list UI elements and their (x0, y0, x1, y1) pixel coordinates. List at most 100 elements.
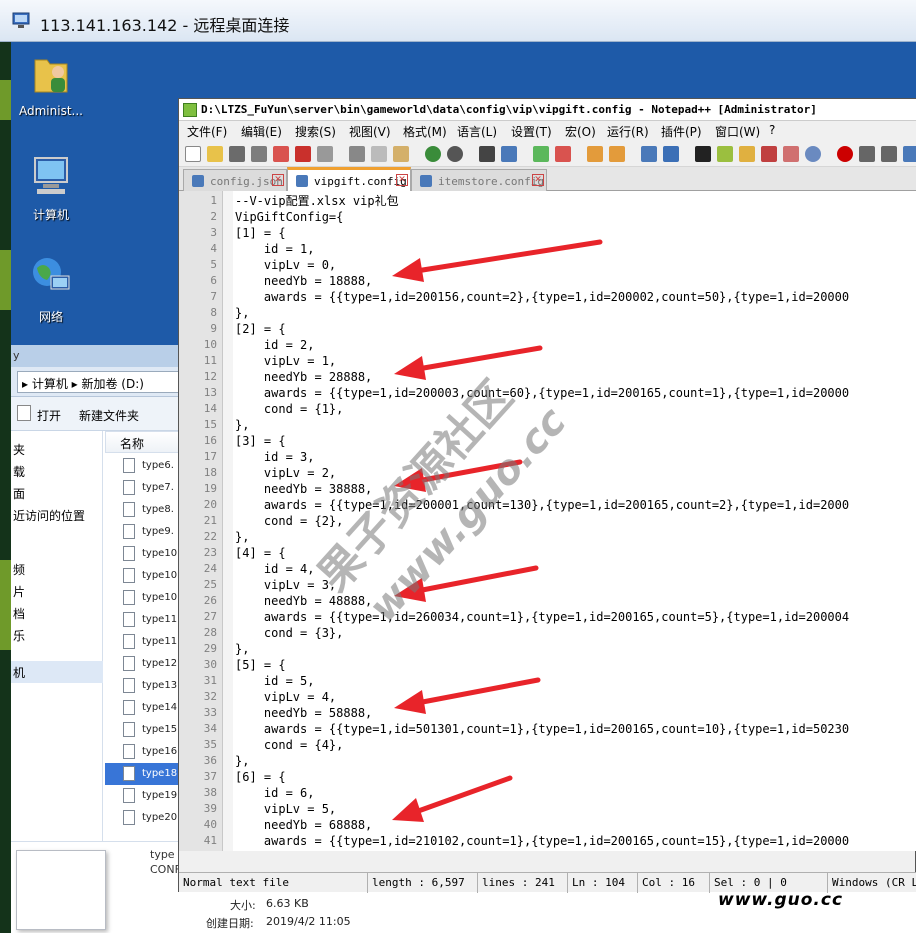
stop-macro-icon[interactable] (859, 146, 875, 162)
run-macro-multiple-icon[interactable] (903, 146, 916, 162)
save-icon[interactable] (229, 146, 245, 162)
code-line[interactable]: 31 id = 5, (179, 673, 916, 689)
code-line[interactable]: 7 awards = {{type=1,id=200156,count=2},{… (179, 289, 916, 305)
nav-item[interactable]: 夹 (13, 441, 25, 458)
code-line[interactable]: 35 cond = {4}, (179, 737, 916, 753)
code-line[interactable]: 24 id = 4, (179, 561, 916, 577)
language-icon[interactable] (717, 146, 733, 162)
code-line[interactable]: 10 id = 2, (179, 337, 916, 353)
file-row[interactable]: type12 (105, 653, 181, 675)
nav-item[interactable]: 近访问的位置 (13, 507, 85, 524)
menu-language[interactable]: 语言(L) (457, 123, 497, 140)
open-button[interactable]: 打开 (37, 407, 61, 424)
code-editor[interactable]: 1 --V-vip配置.xlsx vip礼包 2 VipGiftConfig={3 [1… (179, 191, 916, 851)
play-macro-icon[interactable] (881, 146, 897, 162)
menu-help[interactable]: ? (769, 123, 775, 137)
tab-vipgift-config[interactable]: vipgift.config ✕ (287, 167, 411, 191)
nav-item-computer[interactable]: 机 (11, 661, 103, 683)
redo-icon[interactable] (447, 146, 463, 162)
tab-itemstore-config[interactable]: itemstore.config ✕ (411, 169, 547, 191)
file-row[interactable]: type11 (105, 631, 181, 653)
paste-icon[interactable] (393, 146, 409, 162)
code-line[interactable]: 37 [6] = { (179, 769, 916, 785)
copy-icon[interactable] (371, 146, 387, 162)
code-line[interactable]: 11 vipLv = 1, (179, 353, 916, 369)
open-folder-icon[interactable] (207, 146, 223, 162)
code-line[interactable]: 28 cond = {3}, (179, 625, 916, 641)
nav-item[interactable]: 频 (13, 561, 25, 578)
code-line[interactable]: 20 awards = {{type=1,id=200001,count=130… (179, 497, 916, 513)
code-line[interactable]: 41 awards = {{type=1,id=210102,count=1},… (179, 833, 916, 849)
npp-title-bar[interactable]: D:\LTZS_FuYun\server\bin\gameworld\data\… (179, 99, 916, 121)
save-all-icon[interactable] (251, 146, 267, 162)
code-line[interactable]: 13 awards = {{type=1,id=200003,count=60}… (179, 385, 916, 401)
show-all-chars-icon[interactable] (663, 146, 679, 162)
nav-item[interactable]: 片 (13, 583, 25, 600)
menu-search[interactable]: 搜索(S) (295, 123, 336, 140)
code-line[interactable]: 2 VipGiftConfig={ (179, 209, 916, 225)
file-row[interactable]: type19 (105, 785, 181, 807)
zoom-out-icon[interactable] (555, 146, 571, 162)
code-line[interactable]: 26 needYb = 48888, (179, 593, 916, 609)
code-line[interactable]: 22}, (179, 529, 916, 545)
file-row[interactable]: type10 (105, 543, 181, 565)
code-line[interactable]: 5 vipLv = 0, (179, 257, 916, 273)
code-line[interactable]: 36}, (179, 753, 916, 769)
file-row[interactable]: type10 (105, 587, 181, 609)
menu-file[interactable]: 文件(F) (187, 123, 227, 140)
folder-workspace-icon[interactable] (783, 146, 799, 162)
desktop-icon-computer[interactable]: 计算机 (11, 154, 91, 223)
close-tab-icon[interactable]: ✕ (532, 174, 544, 186)
function-list-icon[interactable] (761, 146, 777, 162)
code-line[interactable]: 23 [4] = { (179, 545, 916, 561)
print-icon[interactable] (317, 146, 333, 162)
new-folder-button[interactable]: 新建文件夹 (79, 407, 139, 424)
close-all-icon[interactable] (295, 146, 311, 162)
new-file-icon[interactable] (185, 146, 201, 162)
nav-item[interactable]: 面 (13, 485, 25, 502)
code-line[interactable]: 19 needYb = 38888, (179, 481, 916, 497)
indent-guide-icon[interactable] (695, 146, 711, 162)
close-tab-icon[interactable]: ✕ (396, 174, 408, 186)
code-line[interactable]: 18 vipLv = 2, (179, 465, 916, 481)
code-line[interactable]: 40 needYb = 68888, (179, 817, 916, 833)
code-line[interactable]: 30 [5] = { (179, 657, 916, 673)
file-row[interactable]: type13 (105, 675, 181, 697)
file-row[interactable]: type7. (105, 477, 181, 499)
desktop-icon-network[interactable]: 网络 (11, 254, 91, 325)
cut-icon[interactable] (349, 146, 365, 162)
column-header-name[interactable]: 名称 (105, 431, 181, 453)
file-row[interactable]: type10 (105, 565, 181, 587)
close-tab-icon[interactable]: ✕ (272, 174, 284, 186)
code-line[interactable]: 12 needYb = 28888, (179, 369, 916, 385)
rdp-title-bar[interactable]: 113.141.163.142 - 远程桌面连接 (0, 0, 916, 42)
menu-window[interactable]: 窗口(W) (715, 123, 760, 140)
code-line[interactable]: 27 awards = {{type=1,id=260034,count=1},… (179, 609, 916, 625)
sync-horizontal-icon[interactable] (609, 146, 625, 162)
code-line[interactable]: 39 vipLv = 5, (179, 801, 916, 817)
code-line[interactable]: 21 cond = {2}, (179, 513, 916, 529)
code-line[interactable]: 33 needYb = 58888, (179, 705, 916, 721)
code-line[interactable]: 25 vipLv = 3, (179, 577, 916, 593)
nav-item[interactable]: 载 (13, 463, 25, 480)
code-line[interactable]: 29}, (179, 641, 916, 657)
menu-view[interactable]: 视图(V) (349, 123, 391, 140)
nav-item[interactable]: 乐 (13, 627, 25, 644)
menu-run[interactable]: 运行(R) (607, 123, 649, 140)
code-line[interactable]: 4 id = 1, (179, 241, 916, 257)
file-row[interactable]: type15 (105, 719, 181, 741)
word-wrap-icon[interactable] (641, 146, 657, 162)
menu-macro[interactable]: 宏(O) (565, 123, 596, 140)
find-icon[interactable] (479, 146, 495, 162)
file-row[interactable]: type11 (105, 609, 181, 631)
file-row[interactable]: type14 (105, 697, 181, 719)
menu-format[interactable]: 格式(M) (403, 123, 447, 140)
tab-config-json[interactable]: config.json ✕ (183, 169, 287, 191)
replace-icon[interactable] (501, 146, 517, 162)
file-row[interactable]: type6. (105, 455, 181, 477)
code-line[interactable]: 9 [2] = { (179, 321, 916, 337)
code-line[interactable]: 32 vipLv = 4, (179, 689, 916, 705)
menu-settings[interactable]: 设置(T) (511, 123, 552, 140)
doc-map-icon[interactable] (739, 146, 755, 162)
code-line[interactable]: 3 [1] = { (179, 225, 916, 241)
